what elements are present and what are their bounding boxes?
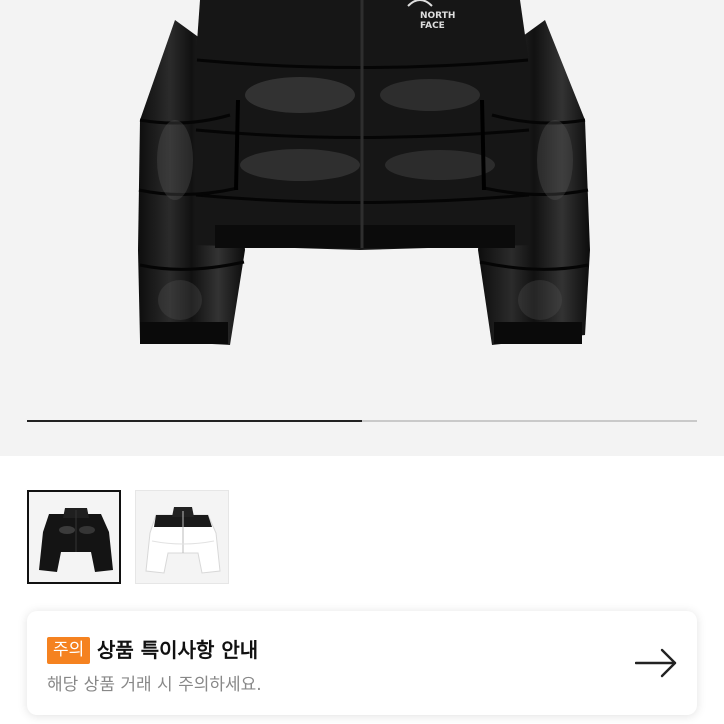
thumbnail-image [136,491,228,583]
product-main-image: NORTH FACE [138,0,590,345]
brand-logo-line2: FACE [420,21,445,31]
thumbnail-black-jacket[interactable] [27,490,121,584]
brand-logo-line1: NORTH [420,11,455,21]
arrow-right-icon[interactable] [635,648,677,678]
notice-title: 상품 특이사항 안내 [97,638,259,662]
image-progress-track [27,420,697,422]
image-progress-fill [27,420,362,422]
thumbnail-strip [27,490,707,584]
thumbnail-white-black-jacket[interactable] [135,490,229,584]
notice-subtitle: 해당 상품 거래 시 주의하세요. [47,675,262,695]
thumbnail-image [29,492,119,582]
product-notice-card[interactable]: 주의 상품 특이사항 안내 해당 상품 거래 시 주의하세요. [27,611,697,715]
caution-badge: 주의 [47,637,91,664]
product-image-carousel[interactable]: NORTH FACE [0,0,724,456]
